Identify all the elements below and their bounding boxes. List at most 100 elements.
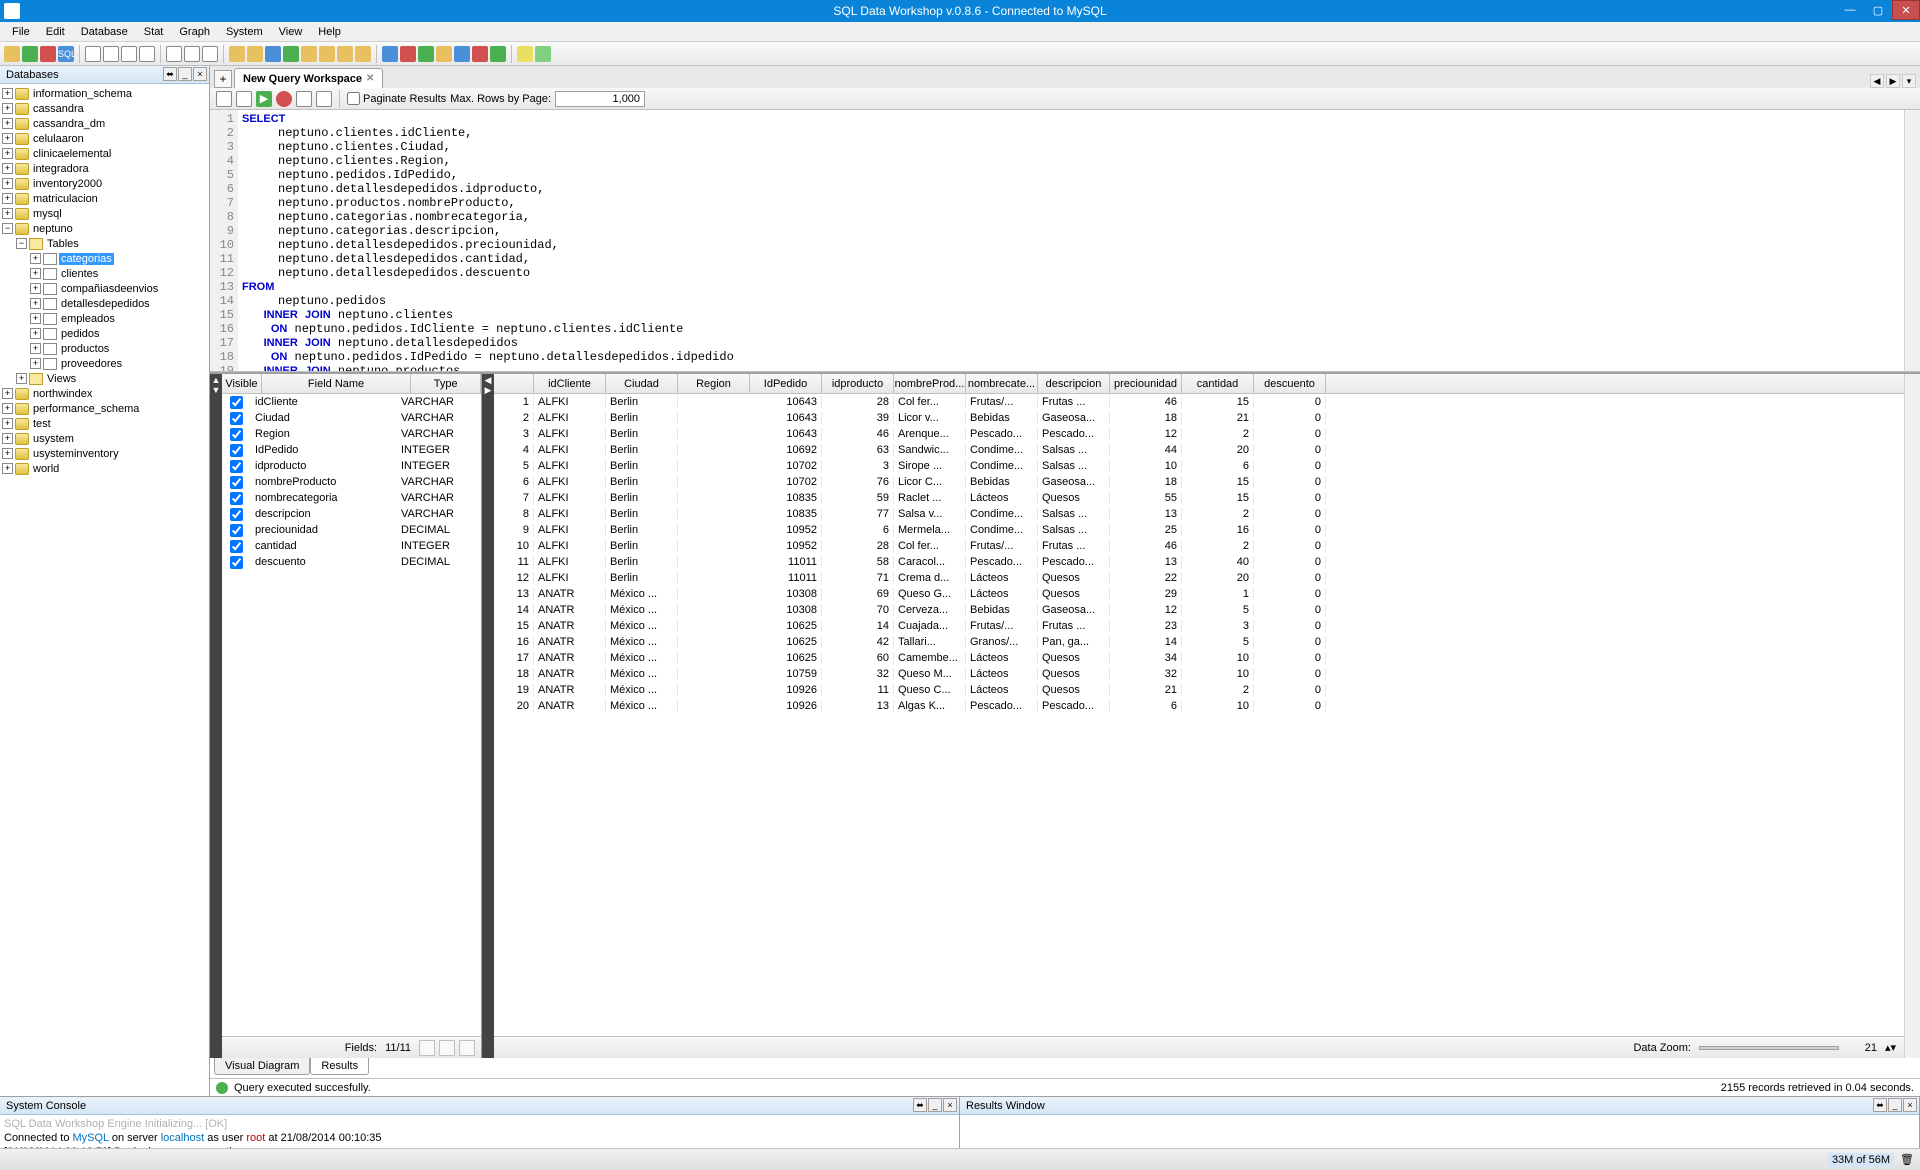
grid-row[interactable]: 16ANATRMéxico ...1062542Tallari...Granos…: [494, 634, 1904, 650]
grid-row[interactable]: 2ALFKIBerlin1064339Licor v...BebidasGase…: [494, 410, 1904, 426]
field-visible-checkbox[interactable]: [230, 508, 243, 521]
tree-node-Views[interactable]: +Views: [2, 371, 207, 386]
copy-icon[interactable]: [184, 46, 200, 62]
grid-row[interactable]: 12ALFKIBerlin1101171Crema d...LácteosQue…: [494, 570, 1904, 586]
grid-row[interactable]: 10ALFKIBerlin1095228Col fer...Frutas/...…: [494, 538, 1904, 554]
field-visible-checkbox[interactable]: [230, 556, 243, 569]
paginate-checkbox[interactable]: Paginate Results: [347, 92, 446, 105]
et-icon1[interactable]: [216, 91, 232, 107]
grid-header-cell[interactable]: nombrecate...: [966, 374, 1038, 393]
g4-icon[interactable]: [436, 46, 452, 62]
tree-node-northwindex[interactable]: +northwindex: [2, 386, 207, 401]
tree-toggle-icon[interactable]: +: [30, 298, 41, 309]
field-row[interactable]: IdPedidoINTEGER: [222, 442, 481, 458]
menu-edit[interactable]: Edit: [38, 24, 73, 40]
fields-list[interactable]: idClienteVARCHARCiudadVARCHARRegionVARCH…: [222, 394, 481, 1036]
tree-toggle-icon[interactable]: −: [16, 238, 27, 249]
chart7-icon[interactable]: [337, 46, 353, 62]
doc1-icon[interactable]: [85, 46, 101, 62]
grid-header-cell[interactable]: [494, 374, 534, 393]
tree-node-clinicaelemental[interactable]: +clinicaelemental: [2, 146, 207, 161]
sql-icon[interactable]: SQL: [58, 46, 74, 62]
tree-node-empleados[interactable]: +empleados: [2, 311, 207, 326]
field-visible-checkbox[interactable]: [230, 444, 243, 457]
grid-header-cell[interactable]: descripcion: [1038, 374, 1110, 393]
tree-toggle-icon[interactable]: +: [2, 163, 13, 174]
new-tab-button[interactable]: +: [214, 70, 232, 88]
grid-header-cell[interactable]: Region: [678, 374, 750, 393]
tree-toggle-icon[interactable]: +: [2, 433, 13, 444]
et-icon3[interactable]: [296, 91, 312, 107]
tree-toggle-icon[interactable]: +: [2, 103, 13, 114]
results-min-icon[interactable]: _: [1888, 1098, 1902, 1112]
ff-icon3[interactable]: [459, 1040, 475, 1056]
grid-row[interactable]: 20ANATRMéxico ...1092613Algas K...Pescad…: [494, 698, 1904, 714]
grid-header-cell[interactable]: cantidad: [1182, 374, 1254, 393]
tree-toggle-icon[interactable]: +: [2, 418, 13, 429]
tab-results[interactable]: Results: [310, 1058, 369, 1075]
tree-node-matriculacion[interactable]: +matriculacion: [2, 191, 207, 206]
new-icon[interactable]: [22, 46, 38, 62]
grid-row[interactable]: 4ALFKIBerlin1069263Sandwic...Condime...S…: [494, 442, 1904, 458]
menu-system[interactable]: System: [218, 24, 271, 40]
splitter-handle[interactable]: ▲▼: [210, 374, 222, 1058]
field-visible-checkbox[interactable]: [230, 492, 243, 505]
tree-node-compañiasdeenvios[interactable]: +compañiasdeenvios: [2, 281, 207, 296]
field-visible-checkbox[interactable]: [230, 428, 243, 441]
results-window-body[interactable]: [960, 1115, 1919, 1148]
field-visible-checkbox[interactable]: [230, 396, 243, 409]
grid-row[interactable]: 14ANATRMéxico ...1030870Cerveza...Bebida…: [494, 602, 1904, 618]
g1-icon[interactable]: [382, 46, 398, 62]
grid-row[interactable]: 19ANATRMéxico ...1092611Queso C...Lácteo…: [494, 682, 1904, 698]
tree-node-pedidos[interactable]: +pedidos: [2, 326, 207, 341]
grid-body[interactable]: 1ALFKIBerlin1064328Col fer...Frutas/...F…: [494, 394, 1904, 1036]
tree-node-inventory2000[interactable]: +inventory2000: [2, 176, 207, 191]
tree-toggle-icon[interactable]: +: [2, 178, 13, 189]
tree-node-mysql[interactable]: +mysql: [2, 206, 207, 221]
field-visible-checkbox[interactable]: [230, 476, 243, 489]
trash-icon[interactable]: 🗑: [1900, 1153, 1914, 1166]
menu-stat[interactable]: Stat: [136, 24, 172, 40]
tree-toggle-icon[interactable]: +: [2, 88, 13, 99]
tab-list-icon[interactable]: ▾: [1902, 74, 1916, 88]
grid-row[interactable]: 15ANATRMéxico ...1062514Cuajada...Frutas…: [494, 618, 1904, 634]
tree-toggle-icon[interactable]: +: [30, 283, 41, 294]
tree-node-performance_schema[interactable]: +performance_schema: [2, 401, 207, 416]
tree-node-integradora[interactable]: +integradora: [2, 161, 207, 176]
tree-toggle-icon[interactable]: +: [2, 388, 13, 399]
field-row[interactable]: idClienteVARCHAR: [222, 394, 481, 410]
grid-header-cell[interactable]: idproducto: [822, 374, 894, 393]
tree-node-information_schema[interactable]: +information_schema: [2, 86, 207, 101]
tree-toggle-icon[interactable]: +: [30, 253, 41, 264]
tab-prev-icon[interactable]: ◀: [1870, 74, 1884, 88]
console-dock-icon[interactable]: ⬌: [913, 1098, 927, 1112]
field-row[interactable]: RegionVARCHAR: [222, 426, 481, 442]
tree-node-celulaaron[interactable]: +celulaaron: [2, 131, 207, 146]
results-dock-icon[interactable]: ⬌: [1873, 1098, 1887, 1112]
doc2-icon[interactable]: [103, 46, 119, 62]
tree-toggle-icon[interactable]: +: [30, 358, 41, 369]
grid-row[interactable]: 17ANATRMéxico ...1062560Camembe...Lácteo…: [494, 650, 1904, 666]
et-icon4[interactable]: [316, 91, 332, 107]
stop-icon[interactable]: [276, 91, 292, 107]
code-editor[interactable]: 12345678910111213141516171819202122 SELE…: [210, 110, 1920, 372]
field-row[interactable]: descuentoDECIMAL: [222, 554, 481, 570]
paste-icon[interactable]: [202, 46, 218, 62]
run-icon[interactable]: ▶: [256, 91, 272, 107]
field-visible-checkbox[interactable]: [230, 524, 243, 537]
grid-header-cell[interactable]: Ciudad: [606, 374, 678, 393]
close-button[interactable]: ✕: [1892, 0, 1920, 20]
tree-node-usystem[interactable]: +usystem: [2, 431, 207, 446]
ff-icon1[interactable]: [419, 1040, 435, 1056]
console-body[interactable]: SQL Data Workshop Engine Initializing...…: [0, 1115, 959, 1148]
tree-toggle-icon[interactable]: +: [30, 343, 41, 354]
field-row[interactable]: cantidadINTEGER: [222, 538, 481, 554]
field-row[interactable]: CiudadVARCHAR: [222, 410, 481, 426]
tree-toggle-icon[interactable]: +: [2, 193, 13, 204]
menu-view[interactable]: View: [271, 24, 311, 40]
tree-node-cassandra[interactable]: +cassandra: [2, 101, 207, 116]
connect-icon[interactable]: [4, 46, 20, 62]
grid-row[interactable]: 1ALFKIBerlin1064328Col fer...Frutas/...F…: [494, 394, 1904, 410]
star-icon[interactable]: [517, 46, 533, 62]
grid-row[interactable]: 11ALFKIBerlin1101158Caracol...Pescado...…: [494, 554, 1904, 570]
